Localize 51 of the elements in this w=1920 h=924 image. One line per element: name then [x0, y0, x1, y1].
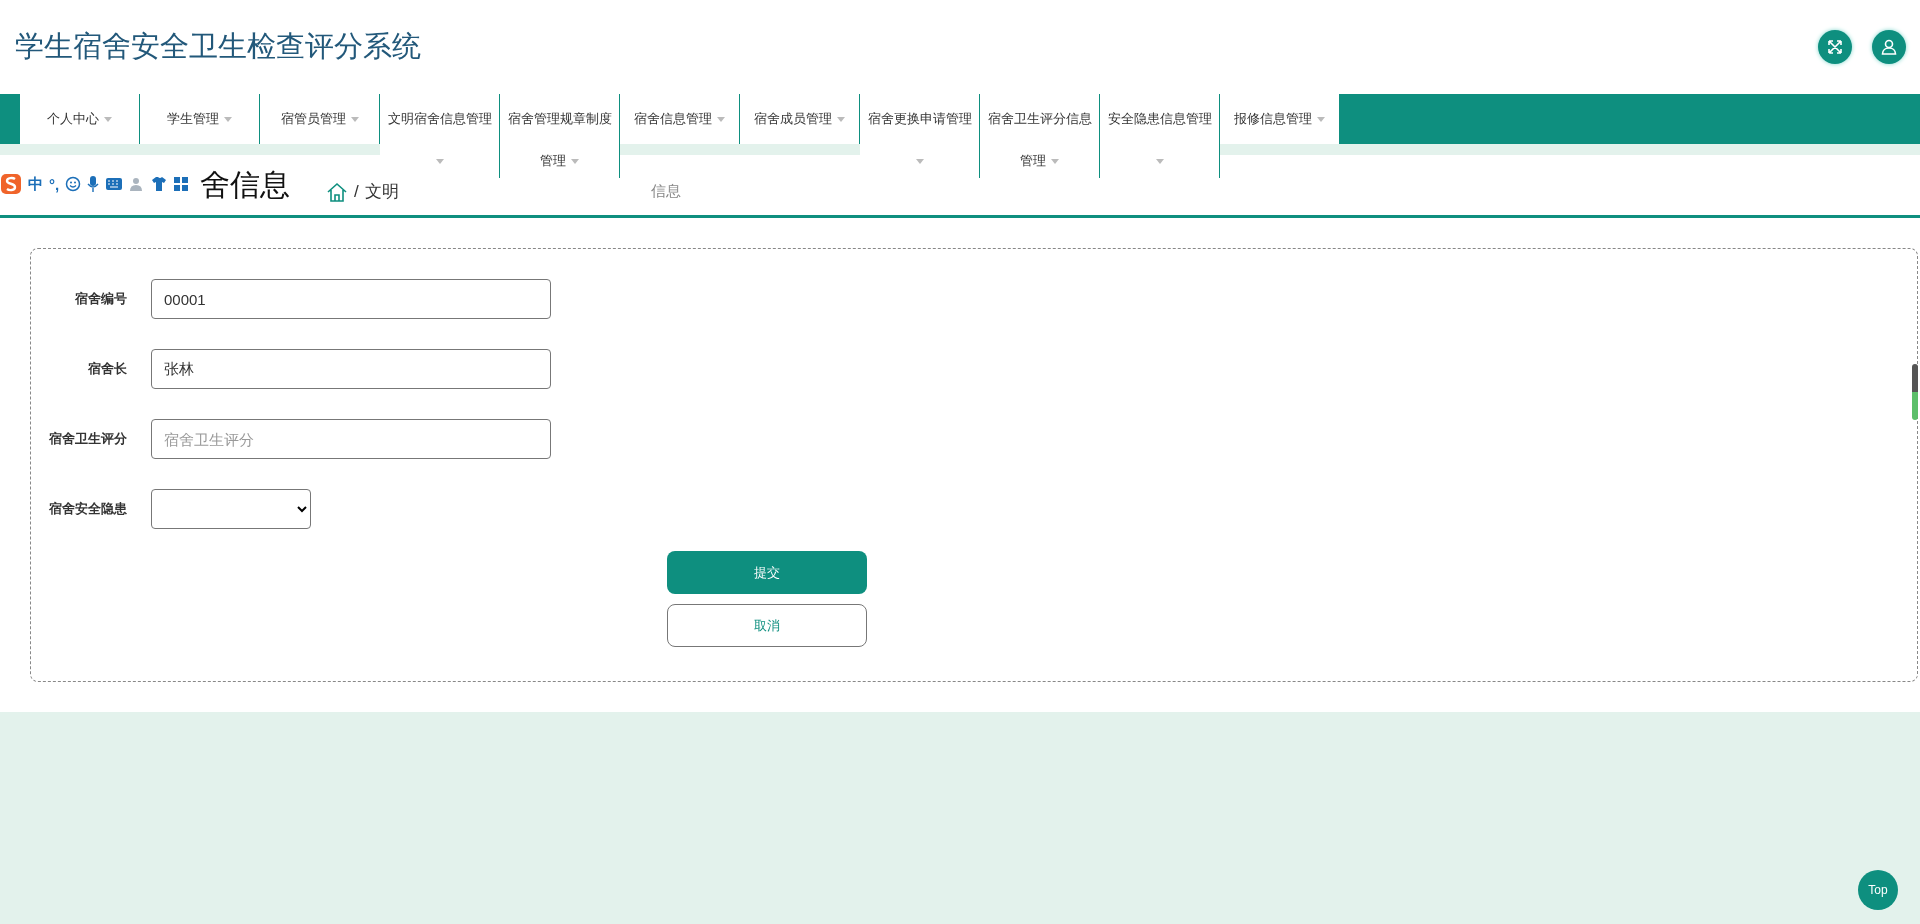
- fullscreen-button[interactable]: [1818, 30, 1852, 64]
- scrollbar-thumb[interactable]: [1912, 364, 1918, 420]
- nav-item[interactable]: 宿舍成员管理: [740, 94, 860, 144]
- input-field[interactable]: 宿舍卫生评分: [151, 419, 551, 459]
- caret-icon: [1155, 158, 1164, 164]
- ime-punctuation[interactable]: °,: [49, 175, 60, 193]
- nav-item[interactable]: 学生管理: [140, 94, 260, 144]
- submit-button[interactable]: 提交: [667, 551, 867, 594]
- field-label: 宿舍编号: [74, 290, 127, 308]
- nav-item[interactable]: 宿管员管理: [260, 94, 380, 144]
- nav-item[interactable]: 宿舍卫生评分信息 管理: [980, 94, 1100, 178]
- nav-item[interactable]: 安全隐患信息管理: [1100, 94, 1220, 178]
- field-label: 宿舍安全隐患: [48, 500, 127, 518]
- caret-icon: [717, 116, 725, 122]
- breadcrumb-link[interactable]: 文明: [364, 180, 399, 203]
- nav-item[interactable]: 文明宿舍信息管理: [380, 94, 500, 178]
- ime-mode[interactable]: 中: [28, 174, 43, 194]
- keyboard-icon[interactable]: [105, 177, 124, 191]
- field-label: 宿舍长: [87, 360, 127, 378]
- page-title: 舍信息: [200, 166, 290, 203]
- user-button[interactable]: [1872, 30, 1906, 64]
- caret-icon: [571, 158, 579, 164]
- input-field[interactable]: 张林: [151, 349, 551, 389]
- caret-icon: [104, 116, 112, 122]
- select-field[interactable]: [151, 489, 311, 529]
- nav-item[interactable]: 宿舍信息管理: [620, 94, 740, 144]
- nav-item[interactable]: 宿舍更换申请管理: [860, 94, 980, 178]
- site-title: 学生宿舍安全卫生检查评分系统: [15, 29, 421, 64]
- nav-item[interactable]: 报修信息管理: [1220, 94, 1340, 144]
- expand-icon: [1826, 38, 1844, 56]
- caret-icon: [435, 158, 444, 164]
- cancel-button[interactable]: 取消: [667, 604, 867, 647]
- shirt-icon[interactable]: [151, 176, 168, 192]
- field-label: 宿舍卫生评分: [48, 430, 127, 448]
- home-icon[interactable]: [326, 180, 348, 203]
- caret-icon: [1317, 116, 1325, 122]
- caret-icon: [837, 116, 845, 122]
- input-field[interactable]: 00001: [151, 279, 551, 319]
- ime-logo-icon[interactable]: [0, 173, 22, 195]
- nav-item[interactable]: 个人中心: [20, 94, 140, 144]
- breadcrumb-separator: /: [354, 181, 359, 202]
- nav-item[interactable]: 宿舍管理规章制度 管理: [500, 94, 620, 178]
- smiley-icon[interactable]: [65, 176, 82, 192]
- microphone-icon[interactable]: [87, 175, 100, 193]
- breadcrumb-current: 信息: [650, 182, 681, 201]
- caret-icon: [915, 158, 924, 164]
- user-icon: [1880, 38, 1898, 56]
- caret-icon: [1051, 158, 1059, 164]
- caret-icon: [224, 116, 232, 122]
- grid-icon[interactable]: [173, 176, 190, 192]
- caret-icon: [350, 116, 359, 122]
